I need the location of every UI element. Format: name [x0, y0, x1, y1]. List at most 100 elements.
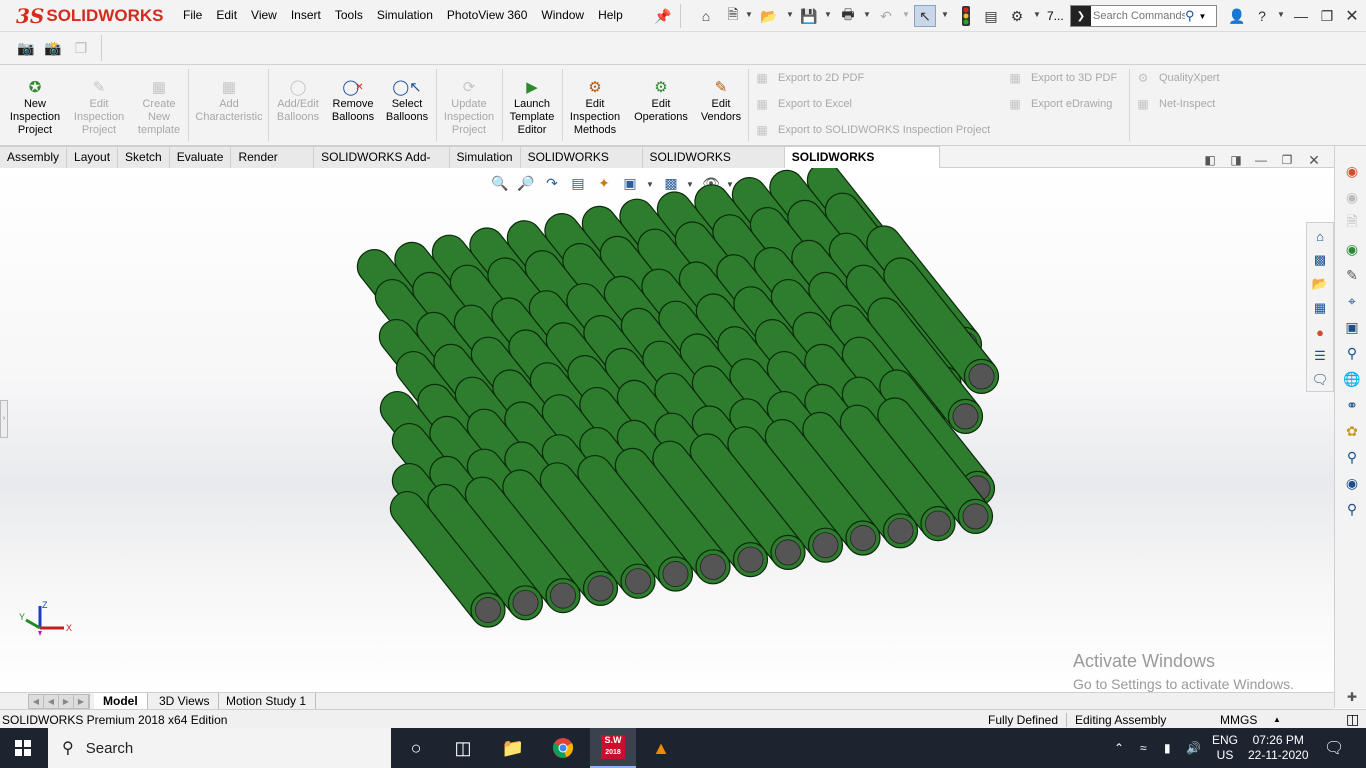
comments-view-icon[interactable]: 🗨 [1310, 370, 1330, 390]
remove-balloons-button[interactable]: ◯ ✕ Remove Balloons [328, 77, 378, 124]
chevron-down-icon[interactable]: ▼ [745, 10, 753, 19]
unit-system[interactable]: MMGS [1220, 713, 1257, 727]
edit-inspection-methods-button[interactable]: ⚙ Edit Inspection Methods [566, 77, 624, 137]
tab-sketch[interactable]: Sketch [118, 146, 170, 168]
tab-solidworks-add-ins[interactable]: SOLIDWORKS Add-Ins [314, 146, 450, 185]
search-commands-box[interactable]: ❯ ⚲ ▼ [1070, 5, 1217, 27]
export-edrawing-button[interactable]: ▦ Export eDrawing [1007, 97, 1112, 111]
export-sw-inspection-button[interactable]: ▦ Export to SOLIDWORKS Inspection Project [754, 123, 990, 137]
tile-left-icon[interactable]: ◧ [1200, 150, 1220, 170]
select-pointer-icon[interactable]: ↖ [914, 5, 936, 27]
new-document-icon[interactable]: 🗎 [722, 5, 744, 27]
menu-view[interactable]: View [244, 8, 284, 22]
custom-properties-icon[interactable]: ⌖ [1341, 290, 1363, 312]
menu-tools[interactable]: Tools [328, 8, 370, 22]
windows-start-icon[interactable] [0, 728, 46, 768]
appearance-view-icon[interactable]: ● [1310, 322, 1330, 342]
tab-evaluate[interactable]: Evaluate [169, 146, 232, 168]
view-palette-icon[interactable]: ◉ [1341, 238, 1363, 260]
menu-insert[interactable]: Insert [284, 8, 328, 22]
clock[interactable]: 07:26 PM 22-11-2020 [1248, 728, 1309, 768]
globe-icon[interactable]: 🌐 [1341, 368, 1363, 390]
user-account-icon[interactable]: 👤 [1226, 5, 1248, 27]
update-inspection-project-button[interactable]: ⟳ Update Inspection Project [440, 77, 498, 137]
pin-icon[interactable]: 📌 [652, 5, 674, 27]
copy-capture-icon[interactable]: ❐ [70, 37, 92, 59]
tab-3d-views[interactable]: 3D Views [150, 693, 220, 709]
graphics-area[interactable]: 🔍 🔎 ↷ ▤ ✦ ▣ ▼ ▩ ▼ 👁 ▼ ● ◉ ▼ 🖥 ▼ › Z X Y … [0, 168, 1334, 692]
close-icon[interactable]: ✕ [1341, 5, 1363, 27]
file-explorer-icon[interactable]: 🗎 [1341, 212, 1363, 234]
file-explorer-icon[interactable]: 📁 [490, 728, 536, 768]
menu-simulation[interactable]: Simulation [370, 8, 440, 22]
cortana-icon[interactable]: ○ [393, 728, 439, 768]
minimize-icon[interactable]: — [1290, 5, 1312, 27]
solidworks-logo[interactable]: 3S SOLIDWORKS [16, 4, 163, 28]
chevron-down-icon[interactable]: ▼ [941, 10, 949, 19]
save-icon[interactable]: 💾 [798, 5, 820, 27]
language-indicator[interactable]: ENG US [1212, 728, 1238, 768]
launch-template-editor-button[interactable]: ▶ Launch Template Editor [505, 77, 559, 137]
cube-view-icon[interactable]: ▩ [1310, 250, 1330, 270]
new-inspection-project-button[interactable]: ✪ New Inspection Project [6, 77, 64, 137]
camera-icon[interactable]: 📷 [15, 37, 37, 59]
toolbar-overflow[interactable]: 7... [1047, 9, 1064, 23]
resize-handle-icon[interactable]: ✚ [1341, 686, 1363, 708]
volume-icon[interactable]: 🔊 [1186, 728, 1201, 768]
search-globe-icon[interactable]: ⚲ [1341, 446, 1363, 468]
chevron-down-icon[interactable]: ▼ [1199, 12, 1207, 21]
doc-restore-icon[interactable]: ❐ [1277, 150, 1297, 170]
search-commands-input[interactable] [1093, 10, 1185, 22]
inspection-globe-icon[interactable]: ◉ [1341, 472, 1363, 494]
print-icon[interactable]: 🖶 [837, 5, 859, 27]
home-view-icon[interactable]: ⌂ [1310, 226, 1330, 246]
chevron-down-icon[interactable]: ▼ [824, 10, 832, 19]
tab-simulation[interactable]: Simulation [449, 146, 521, 168]
tab-layout[interactable]: Layout [67, 146, 119, 168]
chevron-down-icon[interactable]: ▼ [786, 10, 794, 19]
export-3d-pdf-button[interactable]: ▦ Export to 3D PDF [1007, 71, 1117, 85]
edit-inspection-project-button[interactable]: ✎ Edit Inspection Project [70, 77, 128, 137]
solidworks-forum-icon[interactable]: ▣ [1341, 316, 1363, 338]
tab-solidworks-inspection[interactable]: SOLIDWORKS Inspection [784, 146, 940, 185]
menu-edit[interactable]: Edit [209, 8, 244, 22]
vlc-icon[interactable]: ▲ [638, 728, 684, 768]
menu-photoview[interactable]: PhotoView 360 [440, 8, 535, 22]
global-search-icon[interactable]: ⚲ [1341, 342, 1363, 364]
plugins-icon[interactable]: ✿ [1341, 420, 1363, 442]
task-view-icon[interactable]: ◫ [440, 728, 486, 768]
list-view-icon[interactable]: ☰ [1310, 346, 1330, 366]
menu-file[interactable]: File [176, 8, 209, 22]
show-hidden-icons[interactable]: ⌃ [1114, 728, 1124, 768]
solidworks-taskbar-icon[interactable]: S.W 2018 [590, 728, 636, 768]
wifi-icon[interactable]: ≈ [1140, 728, 1147, 768]
properties-view-icon[interactable]: ▦ [1310, 298, 1330, 318]
notification-center-icon[interactable]: 🗨 [1324, 728, 1344, 768]
battery-pack-assembly[interactable] [0, 168, 1334, 692]
last-tab-icon[interactable]: ▶ [74, 695, 89, 708]
edit-operations-button[interactable]: ⚙ Edit Operations [628, 77, 694, 124]
file-properties-icon[interactable]: ▤ [980, 5, 1002, 27]
doc-minimize-icon[interactable]: — [1251, 150, 1271, 170]
add-edit-balloons-button[interactable]: ◯ Add/Edit Balloons [272, 77, 324, 124]
export-2d-pdf-button[interactable]: ▦ Export to 2D PDF [754, 71, 864, 85]
web-search-icon[interactable]: ⚲ [1341, 498, 1363, 520]
select-balloons-button[interactable]: ◯↖ Select Balloons [382, 77, 432, 124]
export-excel-button[interactable]: ▦ Export to Excel [754, 97, 852, 111]
create-new-template-button[interactable]: ▦ Create New template [130, 77, 188, 137]
edit-vendors-button[interactable]: ✎ Edit Vendors [696, 77, 746, 124]
tab-solidworks-visualize[interactable]: SOLIDWORKS Visualize [642, 146, 785, 185]
tab-scroll-buttons[interactable]: ◀ ◀ ▶ ▶ [28, 694, 90, 709]
help-icon[interactable]: ? [1251, 5, 1273, 27]
appearances-scenes-icon[interactable]: ✎ [1341, 264, 1363, 286]
first-tab-icon[interactable]: ◀ [29, 695, 44, 708]
capture-icon[interactable]: 📸 [42, 37, 64, 59]
undo-icon[interactable]: ↶ [875, 5, 897, 27]
solidworks-resources-icon[interactable]: ◉ [1341, 160, 1363, 182]
taskbar-search-box[interactable]: ⚲ Search [48, 728, 391, 768]
rebuild-traffic-light-icon[interactable] [955, 5, 977, 27]
tab-render-tools[interactable]: Render Tools [231, 146, 315, 185]
prev-tab-icon[interactable]: ◀ [44, 695, 59, 708]
doc-close-icon[interactable]: ✕ [1304, 150, 1324, 170]
tab-assembly[interactable]: Assembly [0, 146, 68, 168]
